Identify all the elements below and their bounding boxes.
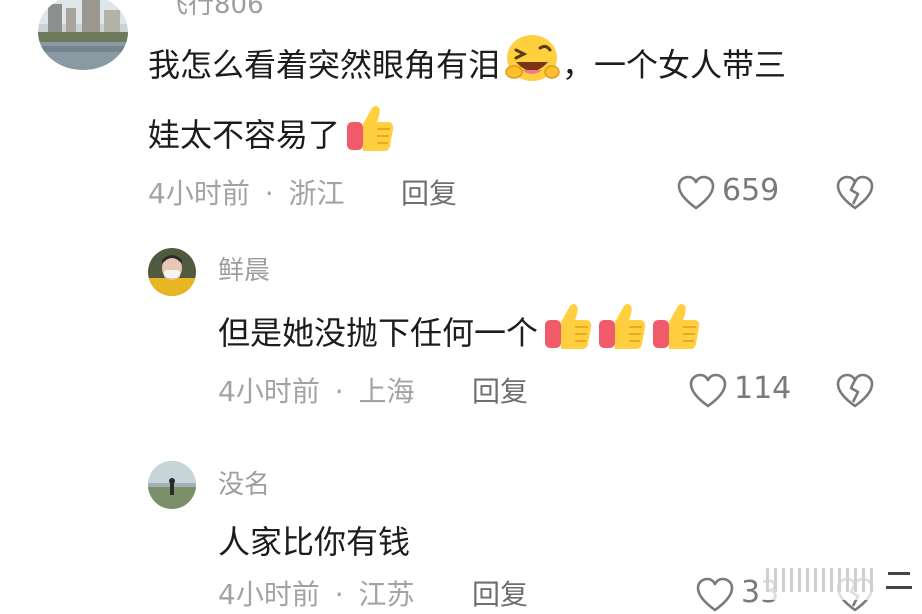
reply-button[interactable]: 回复 <box>401 177 457 211</box>
comment-meta: 4小时前 · 浙江 <box>148 177 345 211</box>
comment-time: 4小时前 <box>148 177 250 210</box>
broken-heart-icon <box>835 372 875 410</box>
like-count: 659 <box>722 173 780 208</box>
meta-separator: · <box>334 578 344 611</box>
like-count: 114 <box>734 371 792 406</box>
comment-text-line2-row: 娃太不容易了 <box>148 102 396 172</box>
comment-text: 我怎么看着突然眼角有泪 ，一个女人带三 <box>148 32 786 102</box>
comment-username[interactable]: 飞行806 <box>162 0 264 20</box>
thumbs-up-emoji <box>650 300 702 370</box>
meta-separator: · <box>264 177 274 210</box>
comment-meta: 4小时前 · 上海 <box>218 375 415 409</box>
avatar[interactable] <box>38 0 128 70</box>
thumbs-up-emoji <box>596 300 648 370</box>
reply-button[interactable]: 回复 <box>472 578 528 612</box>
thumbs-up-emoji <box>542 300 594 370</box>
comment-text: 但是她没抛下任何一个 <box>218 314 539 352</box>
comment-time: 4小时前 <box>218 375 320 408</box>
dislike-button[interactable] <box>835 372 875 410</box>
meta-separator: · <box>334 375 344 408</box>
comment-location: 上海 <box>358 375 415 408</box>
heart-icon <box>695 576 735 614</box>
comment-location: 浙江 <box>288 177 345 210</box>
avatar[interactable] <box>148 461 196 509</box>
comment-text-line1: 我怎么看着突然眼角有泪 <box>148 46 501 84</box>
comment-username[interactable]: 没名 <box>218 470 270 500</box>
broken-heart-icon <box>835 174 875 212</box>
comment-username[interactable]: 鲜晨 <box>218 256 270 286</box>
dislike-button[interactable] <box>835 174 875 212</box>
thumbs-up-emoji <box>344 102 396 172</box>
comment-text-line2: 娃太不容易了 <box>148 116 341 154</box>
heart-icon <box>688 372 728 410</box>
comment-meta: 4小时前 · 江苏 <box>218 578 415 612</box>
comment-text: 人家比你有钱 <box>218 523 411 561</box>
comment-text-row: 但是她没抛下任何一个 <box>218 300 702 370</box>
watermark-logo <box>760 560 918 600</box>
avatar[interactable] <box>148 248 196 296</box>
grinning-squint-emoji <box>502 32 560 102</box>
comment-location: 江苏 <box>358 578 415 611</box>
comment-text-line1-after: ，一个女人带三 <box>562 46 787 84</box>
reply-button[interactable]: 回复 <box>472 375 528 409</box>
heart-icon <box>676 174 716 212</box>
comment-time: 4小时前 <box>218 578 320 611</box>
